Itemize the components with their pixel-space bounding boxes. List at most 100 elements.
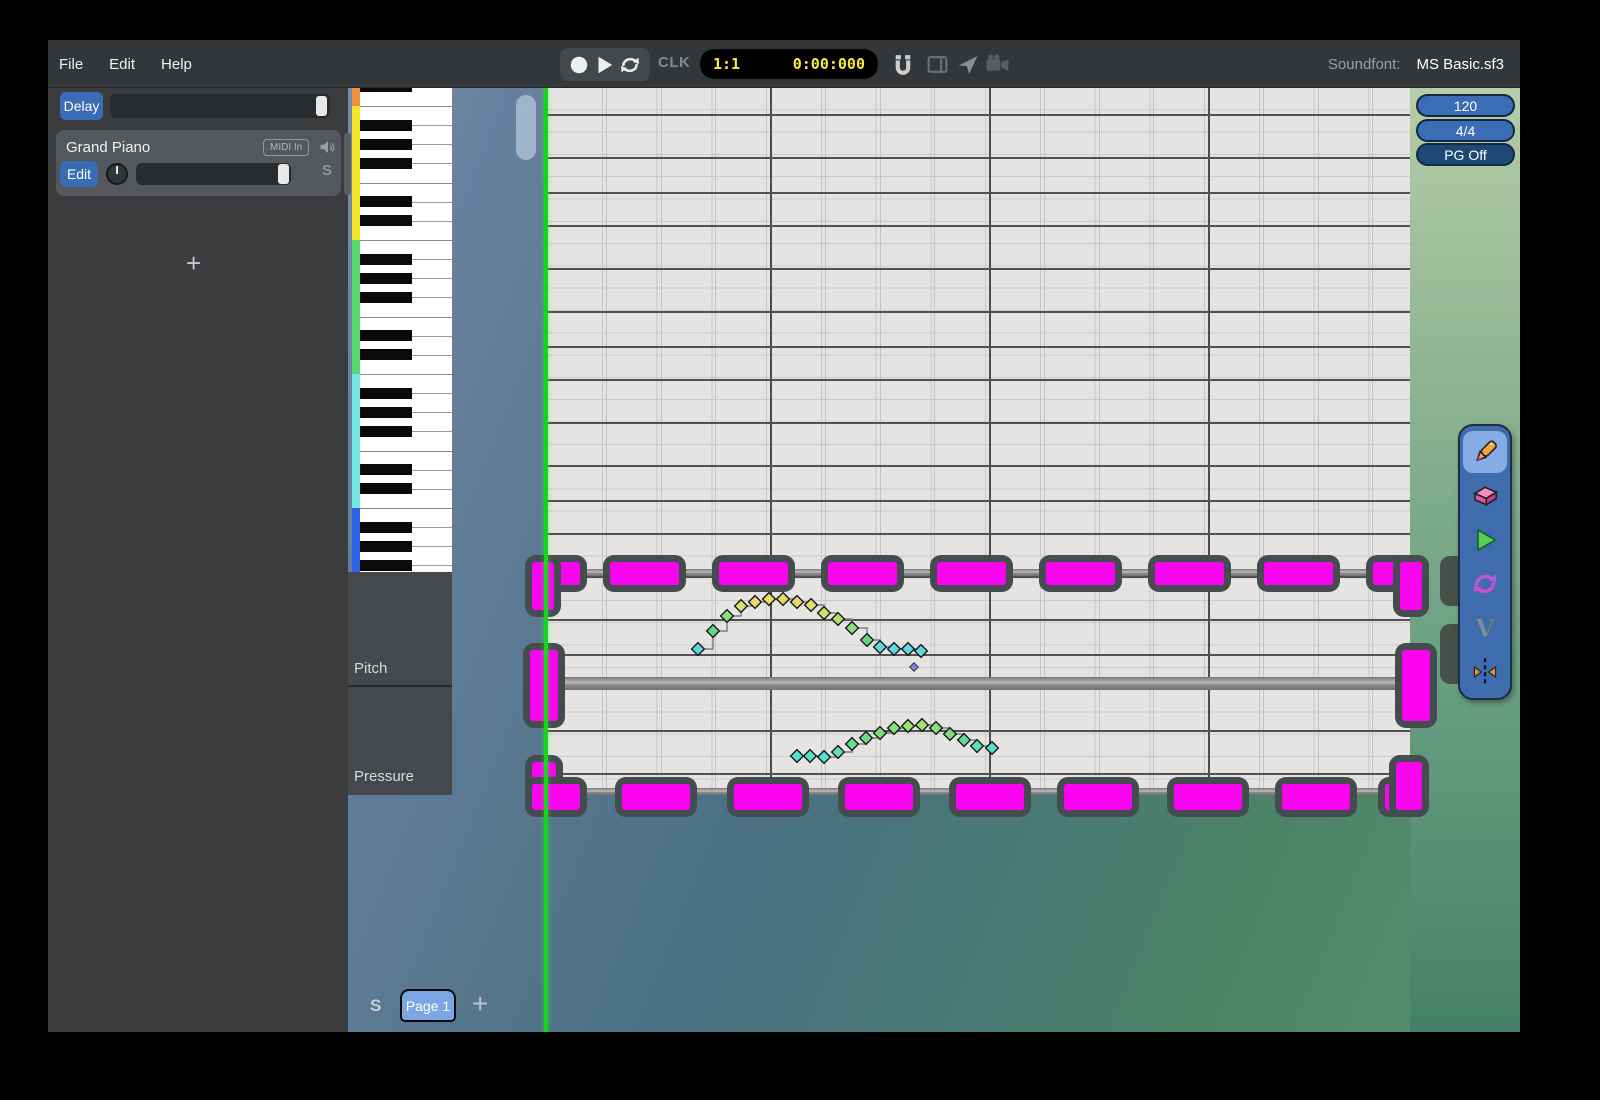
add-track-button[interactable]: +	[186, 248, 201, 279]
pitch-row-line	[548, 192, 1410, 194]
split-tool[interactable]	[1463, 651, 1507, 693]
black-key[interactable]	[360, 196, 412, 207]
add-page-button[interactable]: +	[472, 988, 488, 1020]
piano-keyboard[interactable]	[352, 88, 452, 572]
split-icon	[1470, 657, 1500, 687]
video-camera-icon[interactable]	[985, 52, 1011, 77]
delay-slider-handle[interactable]	[316, 96, 327, 116]
pencil-tool[interactable]	[1463, 431, 1507, 473]
black-key[interactable]	[360, 139, 412, 150]
white-key-separator	[360, 451, 452, 452]
pitch-row-line	[548, 465, 1410, 467]
soundfont-value[interactable]: MS Basic.sf3	[1416, 56, 1504, 73]
white-key-separator	[412, 355, 452, 356]
midi-note-fill	[734, 784, 802, 810]
white-key-separator	[360, 106, 452, 107]
velocity-tool[interactable]: V	[1463, 607, 1507, 649]
pitch-row-line	[548, 114, 1410, 116]
white-key-separator	[412, 144, 452, 145]
black-key[interactable]	[360, 292, 412, 303]
black-key[interactable]	[360, 254, 412, 265]
delay-slider[interactable]	[110, 94, 330, 118]
midi-note-fill	[937, 562, 1006, 585]
menu-help[interactable]: Help	[161, 56, 192, 73]
black-key[interactable]	[360, 349, 412, 360]
loop-tool[interactable]	[1463, 563, 1507, 605]
tempo-button[interactable]: 120	[1416, 94, 1515, 117]
black-key[interactable]	[360, 522, 412, 533]
play-tool[interactable]	[1463, 519, 1507, 561]
sidebar-scrollbar-thumb[interactable]	[344, 133, 351, 195]
page-solo-toggle[interactable]: S	[370, 996, 381, 1016]
black-key[interactable]	[360, 407, 412, 418]
black-key[interactable]	[360, 215, 412, 226]
black-key[interactable]	[360, 330, 412, 341]
white-key-separator	[412, 221, 452, 222]
controller-lane-headers: Pitch Pressure	[348, 572, 452, 795]
volume-slider-handle[interactable]	[278, 164, 289, 184]
play-icon[interactable]	[593, 54, 615, 76]
pitch-row-line	[548, 654, 1410, 656]
piano-roll-grid[interactable]	[548, 88, 1410, 795]
white-key-separator	[360, 508, 452, 509]
white-key-separator	[360, 317, 452, 318]
white-key-separator	[412, 431, 452, 432]
pitch-row-line	[548, 533, 1410, 535]
pitch-row-line	[548, 500, 1410, 502]
midi-note-fill	[719, 562, 788, 585]
black-key[interactable]	[360, 464, 412, 475]
menu-file[interactable]: File	[59, 56, 83, 73]
midi-note-fill	[1402, 650, 1430, 721]
loop-tool-icon	[1470, 569, 1500, 599]
midi-note-fill	[1396, 762, 1422, 810]
midi-note-fill	[622, 784, 690, 810]
pg-toggle-button[interactable]: PG Off	[1416, 143, 1515, 166]
black-key[interactable]	[360, 560, 412, 571]
octave-color-strip	[352, 374, 360, 508]
edit-button[interactable]: Edit	[60, 161, 98, 187]
white-key-separator	[412, 278, 452, 279]
note-row-band	[548, 677, 1410, 690]
playhead-line[interactable]	[544, 88, 548, 1032]
page-tab[interactable]: Page 1	[400, 989, 456, 1022]
eraser-tool[interactable]	[1463, 475, 1507, 517]
delay-button[interactable]: Delay	[60, 92, 103, 120]
lane-divider	[348, 685, 452, 687]
pitch-row-line	[548, 225, 1410, 227]
black-key[interactable]	[360, 120, 412, 131]
app-window: Pitch Pressure File Edit Help CLK 1:1 0:…	[48, 40, 1520, 1032]
black-key[interactable]	[360, 158, 412, 169]
record-icon[interactable]	[568, 54, 590, 76]
white-key-separator	[360, 183, 452, 184]
loop-icon[interactable]	[618, 53, 642, 77]
octave-color-strip	[352, 508, 360, 572]
black-key[interactable]	[360, 426, 412, 437]
black-key[interactable]	[360, 541, 412, 552]
solo-toggle[interactable]: S	[322, 162, 332, 179]
black-key[interactable]	[360, 88, 412, 92]
vertical-scrollbar-thumb[interactable]	[516, 95, 536, 160]
tool-palette: V	[1458, 424, 1512, 700]
clock-toggle[interactable]: CLK	[658, 54, 690, 71]
time-signature-button[interactable]: 4/4	[1416, 119, 1515, 142]
pitch-row-line	[548, 379, 1410, 381]
white-key-separator	[412, 163, 452, 164]
black-key[interactable]	[360, 388, 412, 399]
panel-toggle-icon[interactable]	[925, 52, 951, 77]
track-sidebar: Delay Grand Piano MIDI In Edit S +	[48, 88, 348, 1032]
octave-color-strip	[352, 88, 360, 106]
pan-knob[interactable]	[106, 163, 128, 185]
track-panel[interactable]: Grand Piano MIDI In Edit S	[56, 130, 341, 196]
pitch-row-line	[548, 346, 1410, 348]
black-key[interactable]	[360, 273, 412, 284]
lane-label-pressure[interactable]: Pressure	[354, 768, 414, 785]
snap-magnet-icon[interactable]	[890, 52, 916, 77]
volume-slider[interactable]	[136, 163, 291, 185]
midi-note-fill	[1174, 784, 1242, 810]
lane-label-pitch[interactable]: Pitch	[354, 660, 387, 677]
white-key-separator	[360, 240, 452, 241]
menu-edit[interactable]: Edit	[109, 56, 135, 73]
black-key[interactable]	[360, 483, 412, 494]
speaker-icon[interactable]	[318, 138, 338, 156]
navigate-arrow-icon[interactable]	[955, 52, 981, 77]
